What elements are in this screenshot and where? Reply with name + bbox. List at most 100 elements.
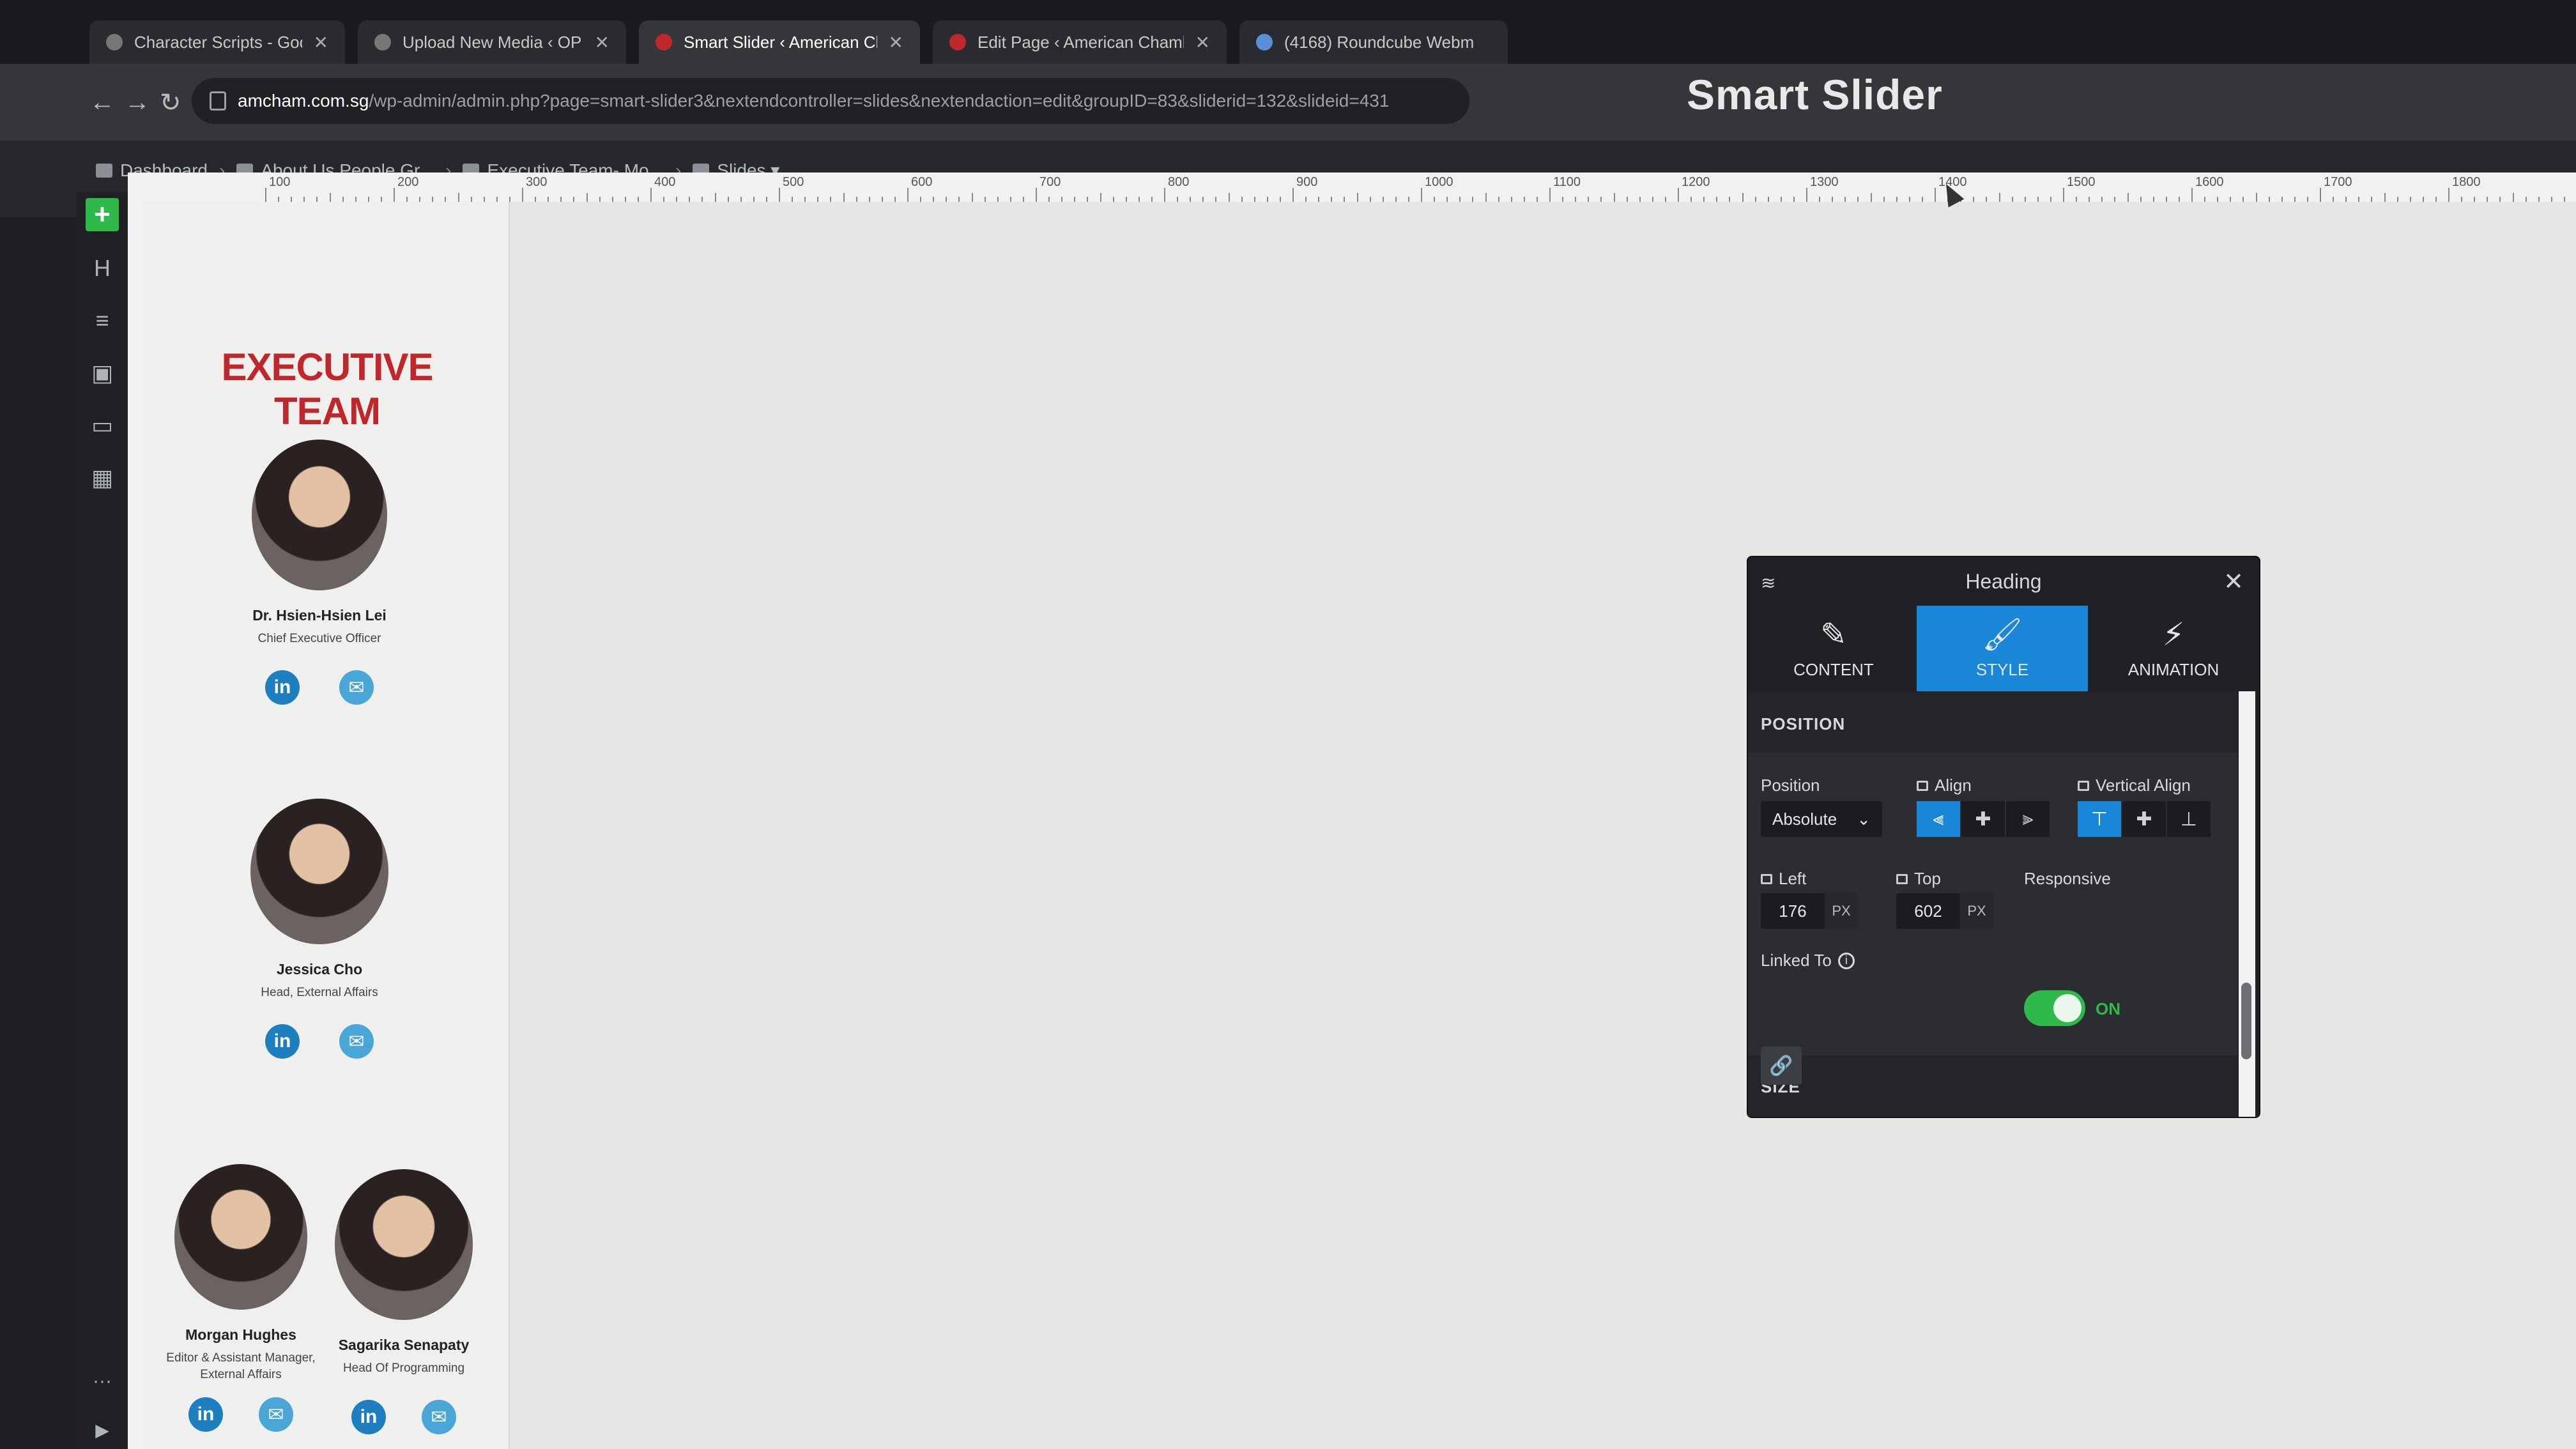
ruler-minor-tick [1112, 197, 1114, 202]
button-tool-icon[interactable]: ▭ [86, 409, 119, 442]
ruler-minor-tick [1446, 197, 1448, 202]
ruler-minor-tick [2358, 197, 2360, 202]
ruler-tick [2448, 188, 2450, 202]
ruler-minor-tick [1870, 193, 1872, 202]
align-middle-icon[interactable]: ✚ [2122, 801, 2166, 837]
heading-layer-panel[interactable]: Heading ≋ ✕ ✎ CONTENT 🖌 STYLE ⚡ ANIMATIO… [1748, 557, 2259, 1117]
left-value[interactable]: 176 [1761, 901, 1825, 921]
ruler-tick-label: 1100 [1553, 175, 1581, 189]
tab-close-icon[interactable]: ✕ [1195, 32, 1210, 53]
align-top-icon[interactable]: ⊤ [2078, 801, 2121, 837]
ruler-minor-tick [2114, 197, 2116, 202]
vertical-align-label: Vertical Align [2078, 776, 2191, 795]
ruler-minor-tick [1100, 193, 1101, 202]
browser-tab[interactable]: (4168) Roundcube Webm [1239, 20, 1508, 64]
ruler-minor-tick [1395, 197, 1397, 202]
ruler-minor-tick [1793, 197, 1795, 202]
ruler-minor-tick [2037, 197, 2039, 202]
email-icon[interactable]: ✉ [259, 1397, 293, 1432]
align-bottom-icon[interactable]: ⊥ [2167, 801, 2211, 837]
ruler-minor-tick [2165, 197, 2167, 202]
ruler-tick [2320, 188, 2321, 202]
close-icon[interactable]: ✕ [2223, 567, 2244, 596]
email-icon[interactable]: ✉ [339, 670, 374, 705]
label-text: Responsive [2024, 869, 2111, 888]
top-value[interactable]: 602 [1896, 901, 1960, 921]
responsive-toggle[interactable] [2024, 990, 2085, 1026]
browser-tab-strip: Character Scripts - Google Dr ✕ Upload N… [0, 0, 2576, 64]
linkedin-icon[interactable]: in [351, 1400, 386, 1434]
layers-icon[interactable]: ≋ [1761, 572, 1775, 594]
ruler-minor-tick [868, 197, 870, 202]
reload-icon[interactable]: ↻ [160, 88, 181, 118]
tab-style[interactable]: 🖌 STYLE [1917, 606, 2088, 691]
ruler-minor-tick [2230, 197, 2232, 202]
tab-close-icon[interactable]: ✕ [889, 32, 903, 53]
ruler-tick [265, 188, 266, 202]
more-tools-icon[interactable]: ··· [86, 1365, 119, 1398]
email-icon[interactable]: ✉ [339, 1024, 374, 1059]
play-icon[interactable]: ▶ [86, 1413, 119, 1446]
ruler-minor-tick [1536, 197, 1538, 202]
tab-animation[interactable]: ⚡ ANIMATION [2088, 606, 2259, 691]
ruler-minor-tick [1009, 197, 1011, 202]
linkedin-icon[interactable]: in [265, 1024, 300, 1059]
tab-close-icon[interactable]: ✕ [314, 32, 328, 53]
left-input[interactable]: 176 PX [1761, 893, 1858, 929]
panel-title[interactable]: Heading [1748, 557, 2259, 606]
linkedin-icon[interactable]: in [188, 1397, 223, 1432]
text-tool-icon[interactable]: ≡ [86, 304, 119, 337]
pencil-icon: ✎ [1820, 616, 1847, 652]
member-role: Editor & Assistant Manager, External Aff… [166, 1351, 316, 1381]
ruler-minor-tick [727, 197, 729, 202]
ruler-minor-tick [1562, 197, 1564, 202]
browser-tab[interactable]: Edit Page ‹ American Chamber ✕ [933, 20, 1227, 64]
align-left-icon[interactable]: ⫷ [1917, 801, 1960, 837]
email-icon[interactable]: ✉ [422, 1400, 456, 1434]
forward-arrow-icon[interactable]: → [125, 88, 150, 117]
member-name: Dr. Hsien-Hsien Lei [252, 607, 387, 624]
ruler-minor-tick [2499, 197, 2501, 202]
linkedin-icon[interactable]: in [265, 670, 300, 705]
ruler-tick [650, 188, 652, 202]
align-right-icon[interactable]: ⫸ [2006, 801, 2050, 837]
left-label: Left [1761, 869, 1806, 889]
browser-tab-active[interactable]: Smart Slider ‹ American Cham ✕ [639, 20, 920, 64]
panel-scrollbar-thumb[interactable] [2241, 983, 2251, 1059]
ruler-minor-tick [432, 197, 434, 202]
ruler-minor-tick [1986, 197, 1988, 202]
heading-tool-icon[interactable]: H [86, 252, 119, 285]
ruler-tick [1678, 188, 1679, 202]
ruler-tick-label: 1700 [2324, 175, 2352, 189]
ruler-minor-tick [419, 197, 421, 202]
ruler-minor-tick [2371, 197, 2373, 202]
address-bar[interactable]: amcham.com.sg /wp-admin/admin.php?page=s… [192, 78, 1469, 124]
align-center-icon[interactable]: ✚ [1961, 801, 2005, 837]
size-section-header[interactable] [1748, 1055, 2237, 1117]
position-select[interactable]: Absolute ⌄ [1761, 801, 1882, 837]
ruler-tick [1549, 188, 1551, 202]
ruler-minor-tick [1369, 197, 1371, 202]
ruler-minor-tick [1344, 197, 1346, 202]
info-icon[interactable]: i [1837, 952, 1855, 969]
ruler-minor-tick [1125, 197, 1127, 202]
image-tool-icon[interactable]: ▣ [86, 356, 119, 390]
home-icon [96, 163, 112, 178]
ruler-tick [394, 188, 395, 202]
back-arrow-icon[interactable]: ← [89, 88, 115, 117]
ruler-minor-tick [2384, 193, 2386, 202]
add-layer-button[interactable]: + [86, 198, 119, 231]
top-input[interactable]: 602 PX [1896, 893, 1993, 929]
tab-content[interactable]: ✎ CONTENT [1748, 606, 1919, 691]
executive-team-heading[interactable]: EXECUTIVE TEAM [174, 345, 480, 433]
browser-tab[interactable]: Character Scripts - Google Dr ✕ [89, 20, 345, 64]
tab-close-icon[interactable]: ✕ [595, 32, 610, 53]
smart-slider-logo: Smart Slider [1687, 71, 1943, 118]
label-text: Top [1914, 869, 1941, 888]
browser-tab[interactable]: Upload New Media ‹ OP Demo ✕ [358, 20, 626, 64]
structure-tool-icon[interactable]: ▦ [86, 461, 119, 494]
link-icon[interactable]: 🔗 [1761, 1046, 1802, 1085]
ruler-minor-tick [1472, 197, 1474, 202]
ruler-minor-tick [1729, 197, 1731, 202]
ruler-minor-tick [278, 197, 280, 202]
